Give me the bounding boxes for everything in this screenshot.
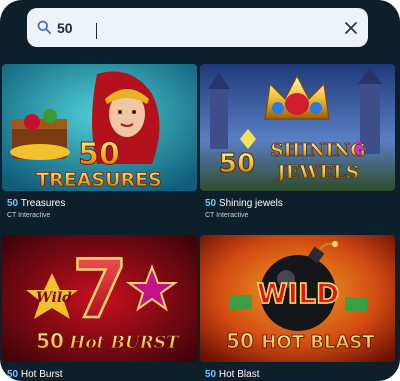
treasures-number: 50 — [78, 137, 120, 172]
treasures-logo-text: TREASURES — [36, 169, 162, 191]
hot-burst-seven: 7 — [72, 243, 128, 336]
shining-jewels-artwork: 50 SHINING JEWELS — [200, 64, 395, 191]
game-title[interactable]: 50 Treasures — [7, 198, 65, 209]
hot-blast-number: 50 — [226, 329, 254, 353]
game-title-rest: Hot Burst — [18, 369, 63, 380]
hot-burst-number: 50 — [36, 329, 64, 353]
game-title-rest: Hot Blast — [216, 369, 260, 380]
game-title-rest: Shining jewels — [216, 198, 283, 209]
game-thumbnail[interactable]: 50 SHINING JEWELS — [200, 64, 395, 191]
hot-burst-artwork: 7 Wild 50 Hot BURST — [2, 235, 197, 362]
game-provider: CT Interactive — [205, 212, 249, 219]
search-input[interactable] — [57, 16, 337, 40]
hot-burst-wild: Wild — [36, 290, 72, 306]
game-thumbnail[interactable]: WILD 50 HOT BLAST — [200, 235, 395, 362]
text-caret — [96, 23, 97, 39]
game-title[interactable]: 50 Hot Burst — [7, 369, 63, 380]
game-thumbnail[interactable]: 7 Wild 50 Hot BURST — [2, 235, 197, 362]
match-highlight: 50 — [7, 198, 19, 209]
search-screen: 50 TREASURES 50 Treasures CT Interactive — [0, 0, 400, 381]
game-provider: CT Interactive — [7, 212, 51, 219]
match-highlight: 50 — [7, 369, 19, 380]
match-highlight: 50 — [205, 369, 217, 380]
search-bar[interactable] — [27, 8, 368, 47]
jewels-logo-text-2: JEWELS — [275, 162, 359, 183]
game-title-rest: Treasures — [18, 198, 66, 209]
game-thumbnail[interactable]: 50 TREASURES — [2, 64, 197, 191]
jewels-number: 50 — [219, 149, 255, 179]
close-icon[interactable] — [344, 21, 358, 35]
hot-burst-logo-text: Hot BURST — [68, 333, 180, 353]
treasures-artwork: 50 TREASURES — [2, 64, 197, 191]
game-title[interactable]: 50 Shining jewels — [205, 198, 283, 209]
hot-blast-artwork: WILD 50 HOT BLAST — [200, 235, 395, 362]
match-highlight: 50 — [205, 198, 217, 209]
game-title[interactable]: 50 Hot Blast — [205, 369, 259, 380]
search-icon — [37, 20, 51, 34]
jewels-logo-text-1: SHINING — [270, 140, 365, 161]
hot-blast-wild: WILD — [257, 277, 339, 310]
hot-blast-logo-text: HOT BLAST — [261, 332, 375, 353]
